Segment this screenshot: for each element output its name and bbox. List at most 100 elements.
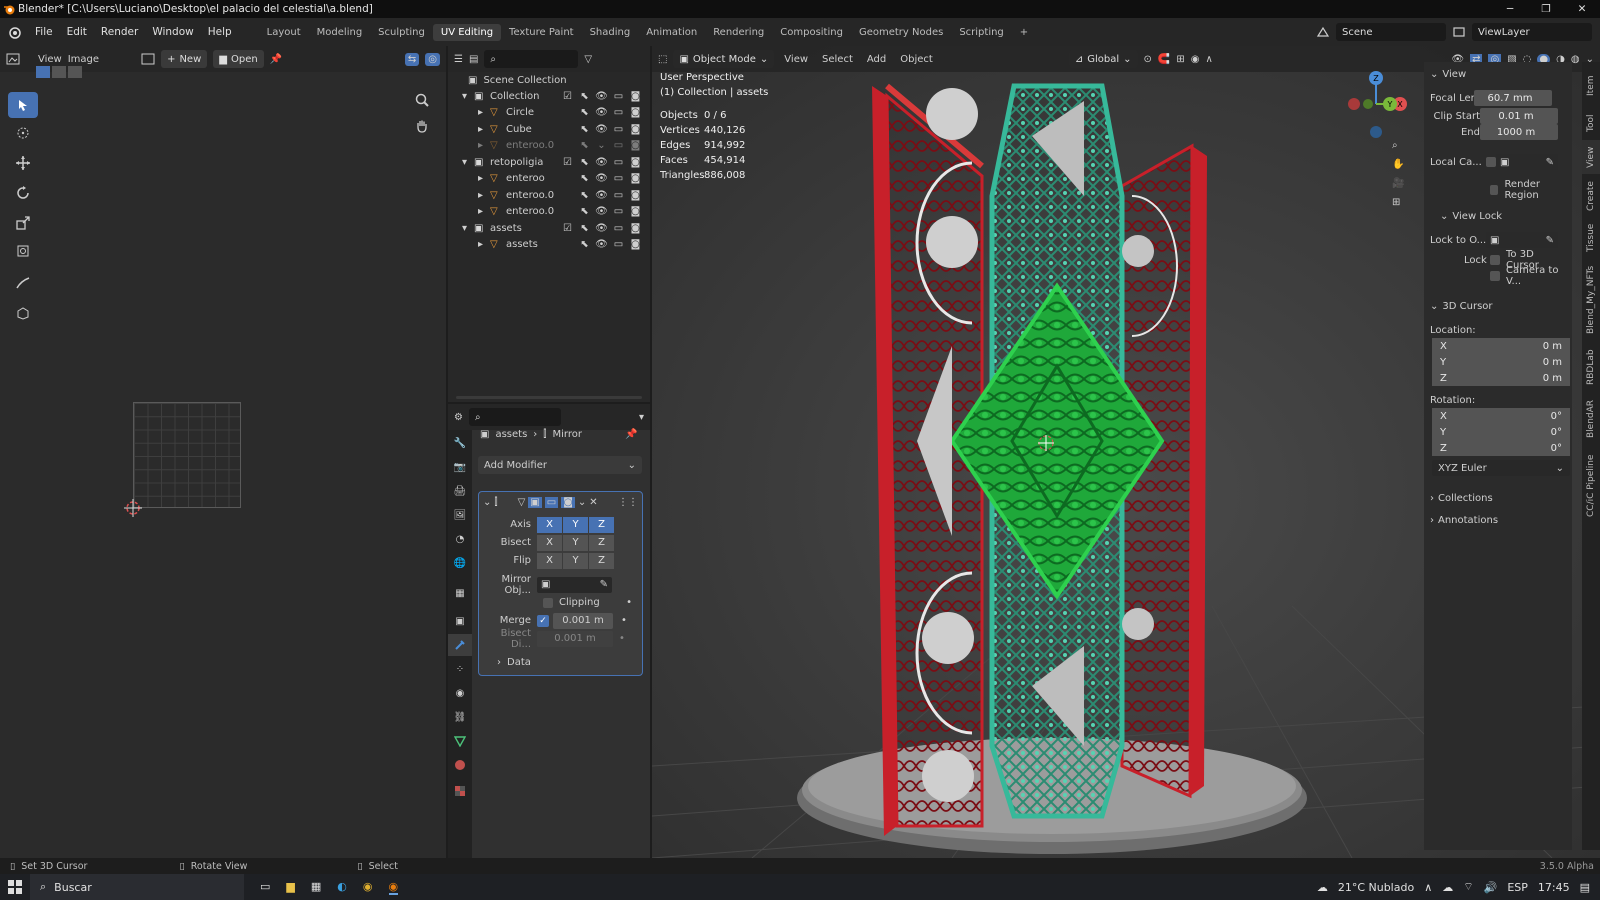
select-new-icon[interactable] [36,66,50,78]
sidebar-tab-item[interactable]: Item [1582,66,1600,106]
keyframe-dot-icon[interactable]: • [621,615,627,626]
camera-view-icon[interactable]: 🎥 [1392,178,1404,189]
collapse-chevron-icon[interactable]: ▸ [478,239,490,250]
tab-modeling[interactable]: Modeling [309,24,371,41]
collapse-chevron-icon[interactable]: ▸ [478,173,490,184]
mirror-object-field[interactable]: ▣ ✎ [537,576,612,593]
keyframe-dot-icon[interactable]: • [626,597,632,608]
render-camera-icon[interactable]: ◙ [629,90,642,103]
render-camera-icon[interactable]: ◙ [629,238,642,251]
tab-geometry-nodes[interactable]: Geometry Nodes [851,24,951,41]
onedrive-icon[interactable]: ☁ [1442,881,1453,894]
clip-start-field[interactable]: 0.01 m [1480,108,1558,124]
outliner-search-input[interactable]: ⌕ [484,50,579,68]
blender-taskbar-icon[interactable]: ◉ [388,880,399,895]
blender-menu-icon[interactable] [0,25,28,39]
select-subtract-icon[interactable] [68,66,82,78]
cursor-rot-field[interactable]: Y 0° [1432,424,1570,440]
focal-length-field[interactable]: 60.7 mm [1474,90,1552,106]
menu-file[interactable]: File [28,26,60,38]
view-lock-header[interactable]: ⌄ View Lock [1430,208,1566,224]
render-camera-icon[interactable]: ◙ [629,106,642,119]
collapse-chevron-icon[interactable]: ▸ [478,206,490,217]
output-tab-icon[interactable]: 🖨 [448,480,472,502]
uv-sync-icon[interactable]: ⇆ [404,52,420,66]
pan-hand-icon[interactable]: ✋ [1392,159,1404,170]
tab-scripting[interactable]: Scripting [951,24,1011,41]
render-tab-icon[interactable]: 📷 [448,456,472,478]
selectable-icon[interactable]: ⬉ [578,123,591,136]
selectable-icon[interactable]: ⬉ [578,90,591,103]
tab-sculpting[interactable]: Sculpting [370,24,433,41]
visibility-eye-icon[interactable]: 👁 [595,189,608,202]
merge-distance-field[interactable]: 0.001 m [553,612,613,629]
collection-tab-icon[interactable]: ▦ [448,582,472,604]
falloff-icon[interactable]: ∧ [1206,54,1213,65]
maximize-button[interactable]: ❐ [1528,0,1564,18]
expand-chevron-icon[interactable]: ▾ [462,223,474,234]
scene-icon[interactable] [1316,25,1330,39]
bisect-z-toggle[interactable]: Z [589,534,614,551]
viewport-monitor-icon[interactable]: ▭ [612,90,625,103]
zoom-icon[interactable]: ⌕ [1392,140,1404,151]
viewport-monitor-icon[interactable]: ▭ [612,205,625,218]
expand-chevron-icon[interactable]: ▾ [462,157,474,168]
outliner-row[interactable]: ▸ ▽ enteroo.0 ⬉ ⌄ ▭ ◙ [448,138,650,155]
pivot-icon[interactable]: ⊙ [1144,54,1152,65]
render-camera-icon[interactable]: ◙ [629,222,642,235]
axis-z-toggle[interactable]: Z [589,516,614,533]
ortho-toggle-icon[interactable]: ⊞ [1392,197,1404,208]
cursor-loc-field[interactable]: Z 0 m [1432,370,1570,386]
network-icon[interactable]: ⌔ [1463,880,1473,894]
sidebar-tab-rbdlab[interactable]: RBDLab [1582,342,1600,392]
outliner-row[interactable]: ▸ ▽ Circle ⬉ 👁 ▭ ◙ [448,105,650,122]
collection-checkbox-icon[interactable]: ☑ [561,90,574,103]
camera-to-view-checkbox[interactable] [1490,271,1500,281]
properties-search-input[interactable]: ⌕ [468,408,561,426]
image-browse-icon[interactable] [141,53,155,65]
windows-start-icon[interactable] [0,880,30,894]
annotations-panel-header[interactable]: › Annotations [1430,512,1566,528]
bisect-x-toggle[interactable]: X [537,534,562,551]
sidebar-tab-create[interactable]: Create [1582,176,1600,216]
rotation-mode-dropdown[interactable]: XYZ Euler ⌄ [1432,460,1570,476]
properties-type-icon[interactable]: ⚙ [454,412,463,423]
edge-icon[interactable]: ◐ [337,880,347,895]
edit-cage-icon[interactable]: ▽ [518,497,526,508]
breadcrumb-modifier[interactable]: Mirror [553,429,582,440]
grab-tool-button[interactable] [8,300,38,326]
tray-chevron-icon[interactable]: ∧ [1424,881,1432,894]
move-tool-button[interactable] [8,150,38,176]
selectable-icon[interactable]: ⬉ [578,238,591,251]
tab-compositing[interactable]: Compositing [772,24,851,41]
cursor-loc-field[interactable]: Y 0 m [1432,354,1570,370]
flip-z-toggle[interactable]: Z [589,552,614,569]
selectable-icon[interactable]: ⬉ [578,172,591,185]
visibility-eye-icon[interactable]: 👁 [595,222,608,235]
bisect-y-toggle[interactable]: Y [563,534,588,551]
filter-icon[interactable]: ▽ [584,54,592,65]
view-panel-header[interactable]: ⌄ View [1430,66,1566,82]
viewport-type-icon[interactable]: ⬚ [658,54,667,65]
selectable-icon[interactable]: ⬉ [578,156,591,169]
local-camera-field[interactable]: ▣ ✎ [1496,154,1558,170]
tab-shading[interactable]: Shading [582,24,639,41]
modifier-menu-chevron-icon[interactable]: ⌄ [578,497,586,508]
data-tab-icon[interactable] [448,730,472,752]
tab-uv-editing[interactable]: UV Editing [432,23,502,41]
open-image-button[interactable]: ▆ Open [213,50,264,68]
expand-chevron-icon[interactable]: ▾ [462,91,474,102]
collapse-chevron-icon[interactable]: ▸ [478,124,490,135]
viewport-select-menu[interactable]: Select [818,54,857,65]
viewport-monitor-icon[interactable]: ▭ [612,238,625,251]
keyframe-dot-icon[interactable]: • [619,633,625,644]
sidebar-tab-tissue[interactable]: Tissue [1582,218,1600,258]
editor-type-icon[interactable] [6,52,22,66]
viewlayer-icon[interactable] [1452,25,1466,39]
add-workspace-icon[interactable]: + [1012,24,1036,41]
eyedropper-icon[interactable]: ✎ [1546,157,1554,168]
clipping-checkbox[interactable] [543,597,553,608]
constraints-tab-icon[interactable]: ⛓ [448,706,472,728]
selectable-icon[interactable]: ⬉ [578,106,591,119]
overlay-icon[interactable]: ◎ [425,52,440,66]
